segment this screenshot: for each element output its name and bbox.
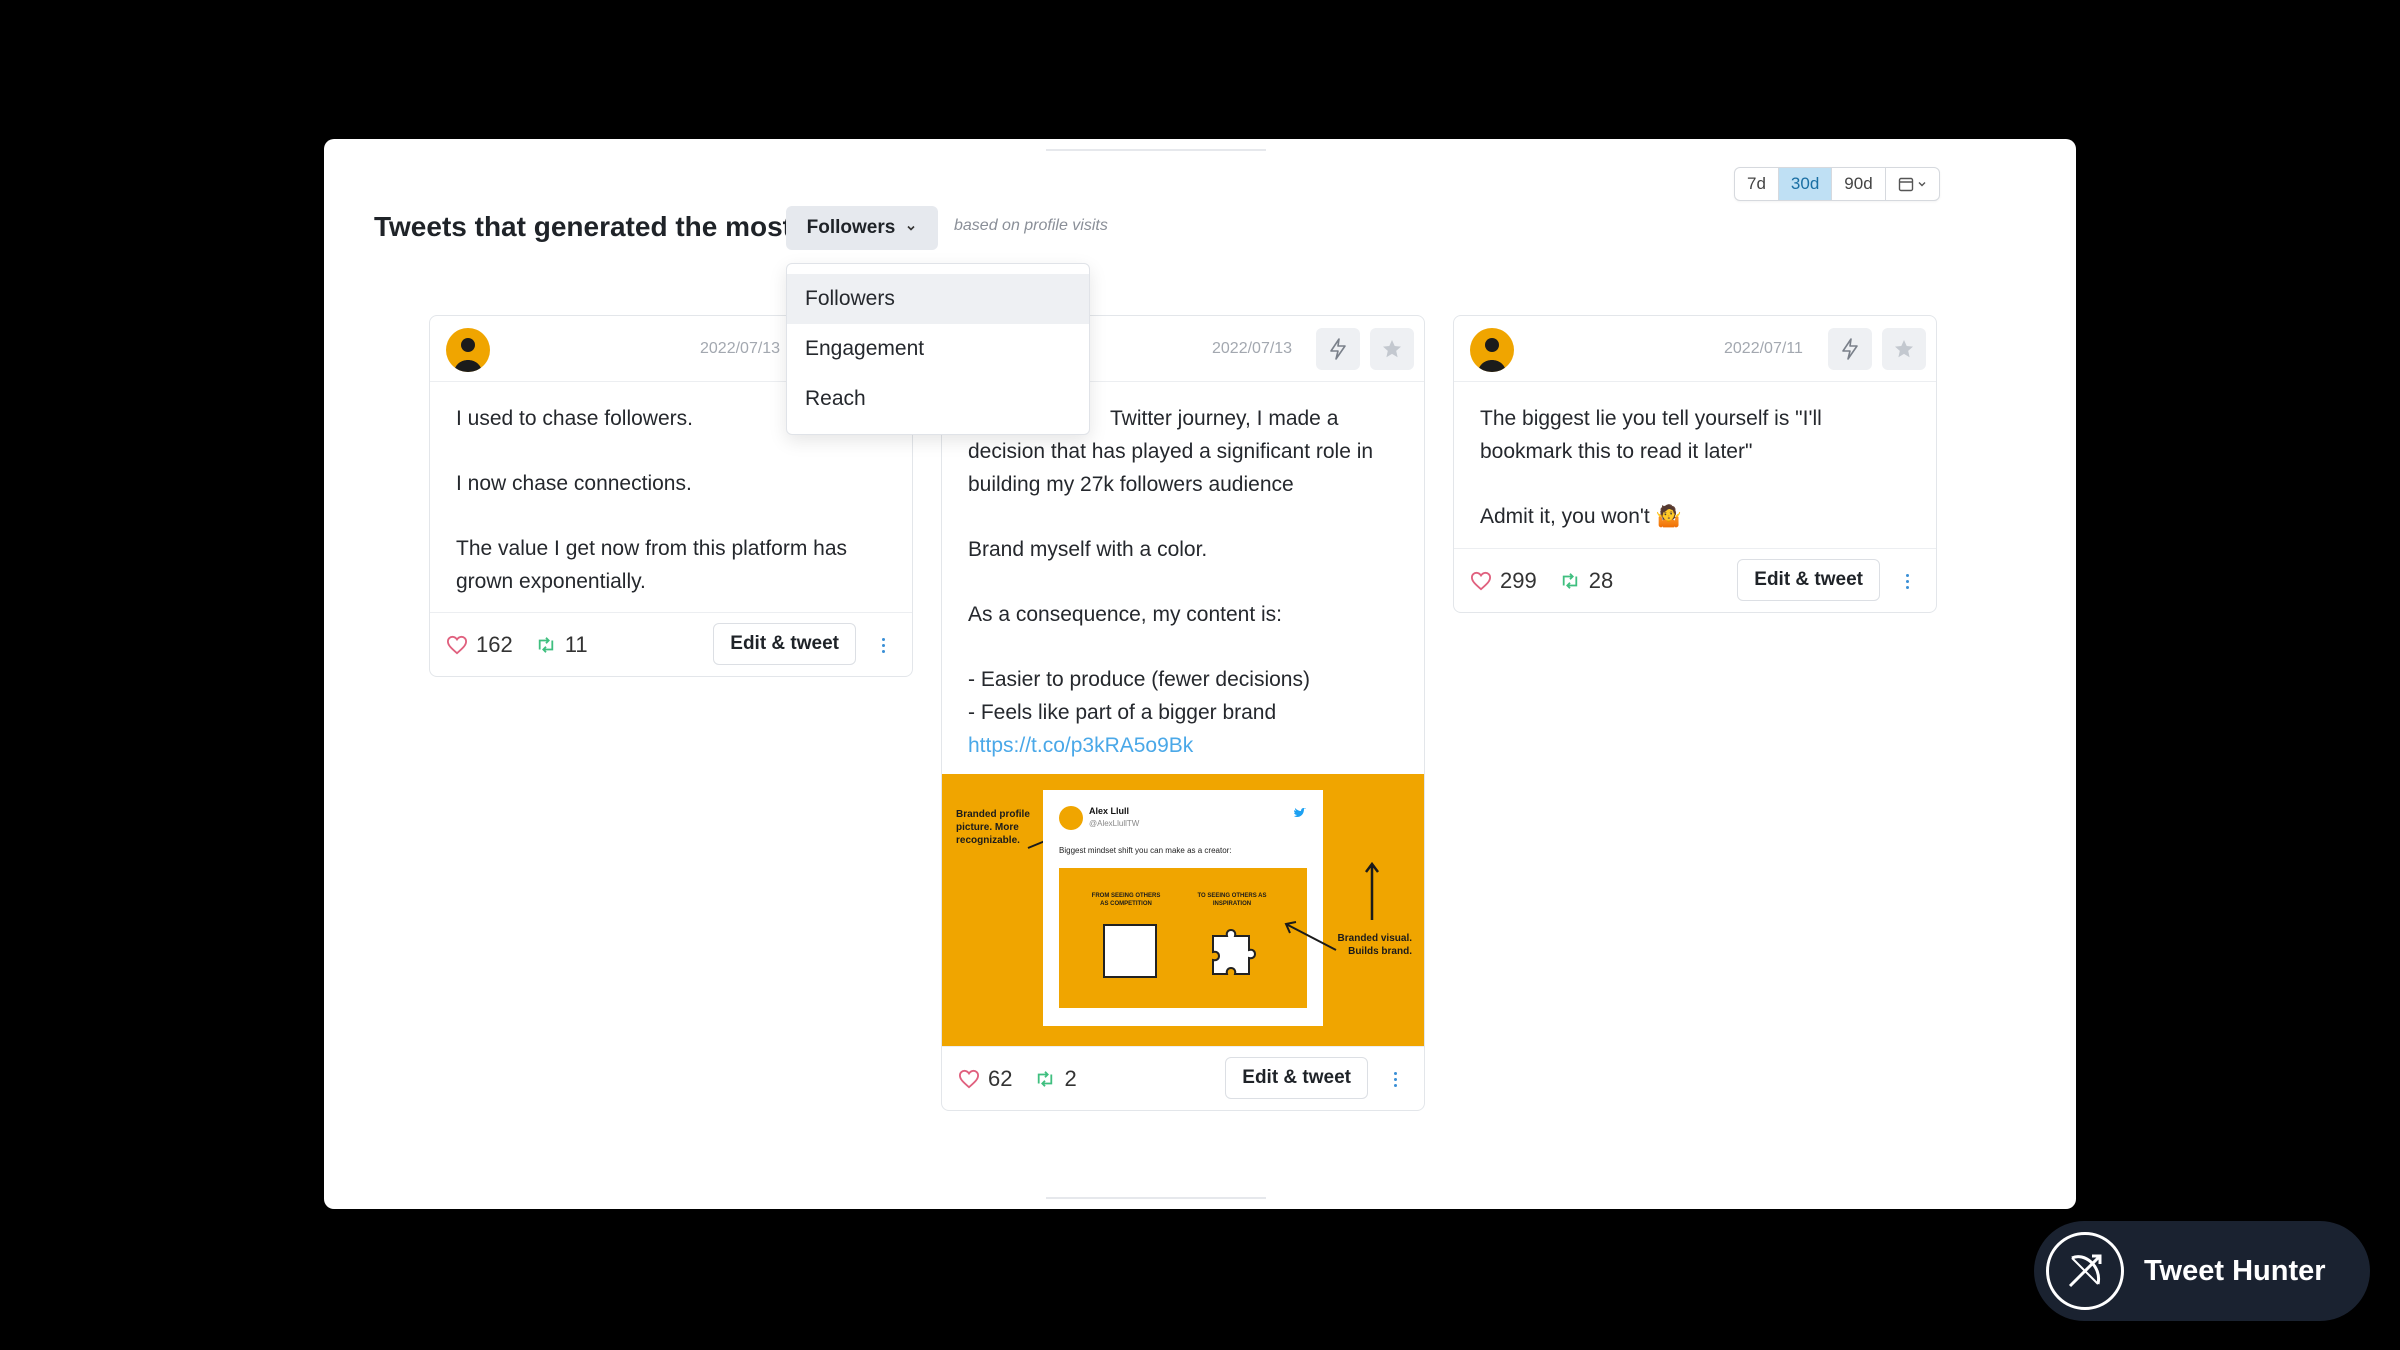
media-author: Alex Llull xyxy=(1089,806,1130,816)
metric-hint: based on profile visits xyxy=(954,217,1108,234)
calendar-icon xyxy=(1898,177,1913,192)
tweet-text: The value I get now from this platform h… xyxy=(456,537,848,593)
bow-arrow-icon xyxy=(2046,1232,2124,1310)
date-range-selector: 7d 30d 90d xyxy=(1734,167,1940,201)
bottom-scroll-indicator xyxy=(1046,1197,1266,1199)
retweet-icon xyxy=(1038,1070,1053,1087)
more-options-button[interactable] xyxy=(1388,1064,1402,1094)
edit-and-tweet-button[interactable]: Edit & tweet xyxy=(713,623,856,665)
range-7d-button[interactable]: 7d xyxy=(1735,168,1779,200)
metric-select-button[interactable]: Followers xyxy=(786,206,938,250)
brand-name: Tweet Hunter xyxy=(2144,1254,2326,1287)
tweet-date: 2022/07/13 xyxy=(700,340,781,357)
retweet-icon xyxy=(1562,572,1577,589)
media-inner-panel: FROM SEEING OTHERS AS COMPETITION TO SEE… xyxy=(1059,868,1307,1008)
lightning-icon xyxy=(1330,338,1346,360)
tweet-hunter-badge: Tweet Hunter xyxy=(2034,1221,2370,1321)
tweet-text: I now chase connections. xyxy=(456,472,692,495)
tweet-text: decision that has played a significant r… xyxy=(968,440,1374,463)
tweet-text: Admit it, you won't 🤷 xyxy=(1480,505,1682,528)
tweet-text: The biggest lie you tell yourself is "I'… xyxy=(1480,407,1822,463)
retweet-icon xyxy=(538,636,553,653)
like-count: 299 xyxy=(1500,567,1537,593)
range-90d-button[interactable]: 90d xyxy=(1832,168,1886,200)
media-avatar xyxy=(1059,806,1083,830)
tweet-body: The biggest lie you tell yourself is "I'… xyxy=(1454,382,1936,533)
tweet-text: Brand myself with a color. xyxy=(968,538,1208,561)
tweet-text: building my 27k followers audience xyxy=(968,473,1294,496)
tweet-card-header: 2022/07/11 xyxy=(1454,316,1936,382)
chevron-down-icon xyxy=(1918,182,1926,187)
metric-dropdown-menu: Followers Engagement Reach xyxy=(786,263,1090,435)
lightning-icon xyxy=(1842,338,1858,360)
favorite-button[interactable] xyxy=(1370,328,1414,370)
tweet-media[interactable]: Branded profile picture. More recognizab… xyxy=(942,774,1424,1046)
arrow-up-icon xyxy=(1365,861,1379,920)
favorite-button[interactable] xyxy=(1882,328,1926,370)
edit-and-tweet-button[interactable]: Edit & tweet xyxy=(1225,1057,1368,1099)
tweet-body: Twitter journey, I made a decision that … xyxy=(942,382,1424,762)
like-count: 62 xyxy=(988,1065,1013,1091)
media-blank-square xyxy=(1103,924,1157,978)
avatar xyxy=(446,328,490,372)
page-title: Tweets that generated the most xyxy=(374,211,793,242)
puzzle-icon xyxy=(1212,929,1256,975)
tweet-date: 2022/07/11 xyxy=(1724,340,1803,357)
tweet-footer: 62 2 Edit & tweet xyxy=(942,1046,1424,1110)
media-label-right: TO SEEING OTHERS AS INSPIRATION xyxy=(1197,893,1267,907)
metric-select-label: Followers xyxy=(806,217,896,238)
star-icon xyxy=(1383,340,1401,358)
arrow-icon xyxy=(1284,921,1337,951)
star-icon xyxy=(1895,340,1913,358)
heart-icon xyxy=(1470,571,1492,590)
media-right-note: Branded visual. Builds brand. xyxy=(1337,933,1412,957)
dropdown-item-reach[interactable]: Reach xyxy=(787,374,1089,424)
like-count: 162 xyxy=(476,631,513,657)
custom-range-button[interactable] xyxy=(1886,168,1939,200)
boost-button[interactable] xyxy=(1316,328,1360,370)
tweet-footer: 162 11 Edit & tweet xyxy=(430,612,912,676)
tweet-text: - Easier to produce (fewer decisions) xyxy=(968,668,1310,691)
avatar xyxy=(1470,328,1514,372)
twitter-bird-icon xyxy=(1294,807,1306,817)
dropdown-item-engagement[interactable]: Engagement xyxy=(787,324,1089,374)
retweet-count: 28 xyxy=(1588,567,1614,593)
tweet-text: As a consequence, my content is: xyxy=(968,603,1283,626)
chevron-down-icon xyxy=(907,225,915,231)
range-30d-button[interactable]: 30d xyxy=(1778,168,1833,200)
media-handle: @AlexLlullTW xyxy=(1089,819,1140,828)
media-tweet-card: Alex Llull @AlexLlullTW Biggest mindset … xyxy=(1043,790,1323,1026)
dropdown-item-followers[interactable]: Followers xyxy=(787,274,1089,324)
heart-icon xyxy=(446,635,468,654)
retweet-count: 2 xyxy=(1064,1065,1077,1091)
top-scroll-indicator xyxy=(1046,149,1266,151)
media-caption: Biggest mindset shift you can make as a … xyxy=(1059,846,1232,855)
retweet-count: 11 xyxy=(564,631,588,657)
edit-and-tweet-button[interactable]: Edit & tweet xyxy=(1737,559,1880,601)
more-options-button[interactable] xyxy=(1900,566,1914,596)
analytics-panel: 7d 30d 90d Tweets that generated the mos… xyxy=(324,139,2076,1209)
heart-icon xyxy=(958,1069,980,1088)
more-options-button[interactable] xyxy=(876,630,890,660)
media-label-left: FROM SEEING OTHERS AS COMPETITION xyxy=(1091,893,1161,907)
tweet-footer: 299 28 Edit & tweet xyxy=(1454,548,1936,612)
tweet-card: 2022/07/11 The biggest lie you tell your… xyxy=(1453,315,1937,613)
tweet-date: 2022/07/13 xyxy=(1212,340,1293,357)
tweet-text: - Feels like part of a bigger brand xyxy=(968,701,1277,724)
boost-button[interactable] xyxy=(1828,328,1872,370)
tweet-link[interactable]: https://t.co/p3kRA5o9Bk xyxy=(968,729,1398,762)
